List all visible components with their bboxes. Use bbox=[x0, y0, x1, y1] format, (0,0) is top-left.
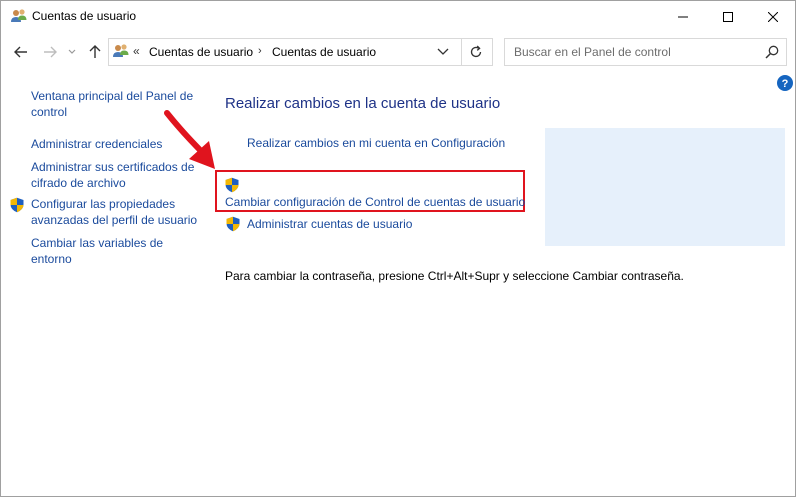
account-picture-panel bbox=[545, 128, 785, 246]
users-icon bbox=[11, 9, 27, 22]
up-button[interactable] bbox=[85, 42, 105, 62]
search-box[interactable]: Buscar en el Panel de control bbox=[504, 38, 787, 66]
uac-shield-icon bbox=[225, 177, 239, 193]
breadcrumb-item[interactable]: Cuentas de usuario bbox=[149, 45, 253, 59]
recent-locations-button[interactable] bbox=[65, 42, 79, 62]
chevron-down-icon bbox=[68, 49, 76, 54]
control-panel-window: Cuentas de usuario « Cuentas de usuario … bbox=[0, 0, 796, 497]
address-bar[interactable]: « Cuentas de usuario › Cuentas de usuari… bbox=[108, 38, 462, 66]
uac-shield-icon bbox=[10, 197, 24, 213]
breadcrumb-separator[interactable]: › bbox=[258, 45, 262, 57]
sidebar-item-environment-variables[interactable]: Cambiar las variables de entorno bbox=[31, 235, 196, 267]
maximize-icon bbox=[723, 11, 733, 22]
minimize-button[interactable] bbox=[660, 1, 706, 32]
users-icon bbox=[113, 44, 129, 57]
search-input[interactable]: Buscar en el Panel de control bbox=[514, 45, 671, 59]
page-title: Realizar cambios en la cuenta de usuario bbox=[225, 95, 501, 112]
title-bar: Cuentas de usuario bbox=[1, 1, 795, 32]
search-icon[interactable] bbox=[764, 44, 780, 60]
arrow-left-icon bbox=[14, 46, 27, 58]
refresh-button[interactable] bbox=[460, 38, 493, 66]
maximize-button[interactable] bbox=[705, 1, 751, 32]
password-hint: Para cambiar la contraseña, presione Ctr… bbox=[225, 269, 684, 283]
forward-button[interactable] bbox=[39, 42, 61, 62]
uac-shield-icon bbox=[226, 216, 240, 232]
minimize-icon bbox=[678, 16, 688, 17]
back-button[interactable] bbox=[10, 42, 32, 62]
refresh-icon bbox=[470, 45, 482, 58]
chevron-down-icon[interactable] bbox=[436, 46, 450, 58]
close-button[interactable] bbox=[750, 1, 795, 32]
window-title: Cuentas de usuario bbox=[32, 9, 137, 23]
help-icon[interactable]: ? bbox=[777, 75, 793, 91]
arrow-up-icon bbox=[89, 45, 101, 58]
svg-text:?: ? bbox=[782, 78, 789, 90]
breadcrumb-overflow-button[interactable]: « bbox=[133, 44, 140, 58]
sidebar-item-advanced-profile-properties[interactable]: Configurar las propiedades avanzadas del… bbox=[31, 196, 201, 228]
arrow-right-icon bbox=[44, 46, 57, 58]
navigation-bar: « Cuentas de usuario › Cuentas de usuari… bbox=[1, 32, 795, 72]
manage-user-accounts-link[interactable]: Administrar cuentas de usuario bbox=[247, 217, 412, 231]
close-icon bbox=[768, 11, 778, 22]
change-account-in-settings-link[interactable]: Realizar cambios en mi cuenta en Configu… bbox=[247, 136, 505, 150]
red-arrow-annotation bbox=[164, 110, 215, 169]
change-uac-settings-link[interactable]: Cambiar configuración de Control de cuen… bbox=[225, 195, 525, 209]
breadcrumb-item[interactable]: Cuentas de usuario bbox=[272, 45, 376, 59]
